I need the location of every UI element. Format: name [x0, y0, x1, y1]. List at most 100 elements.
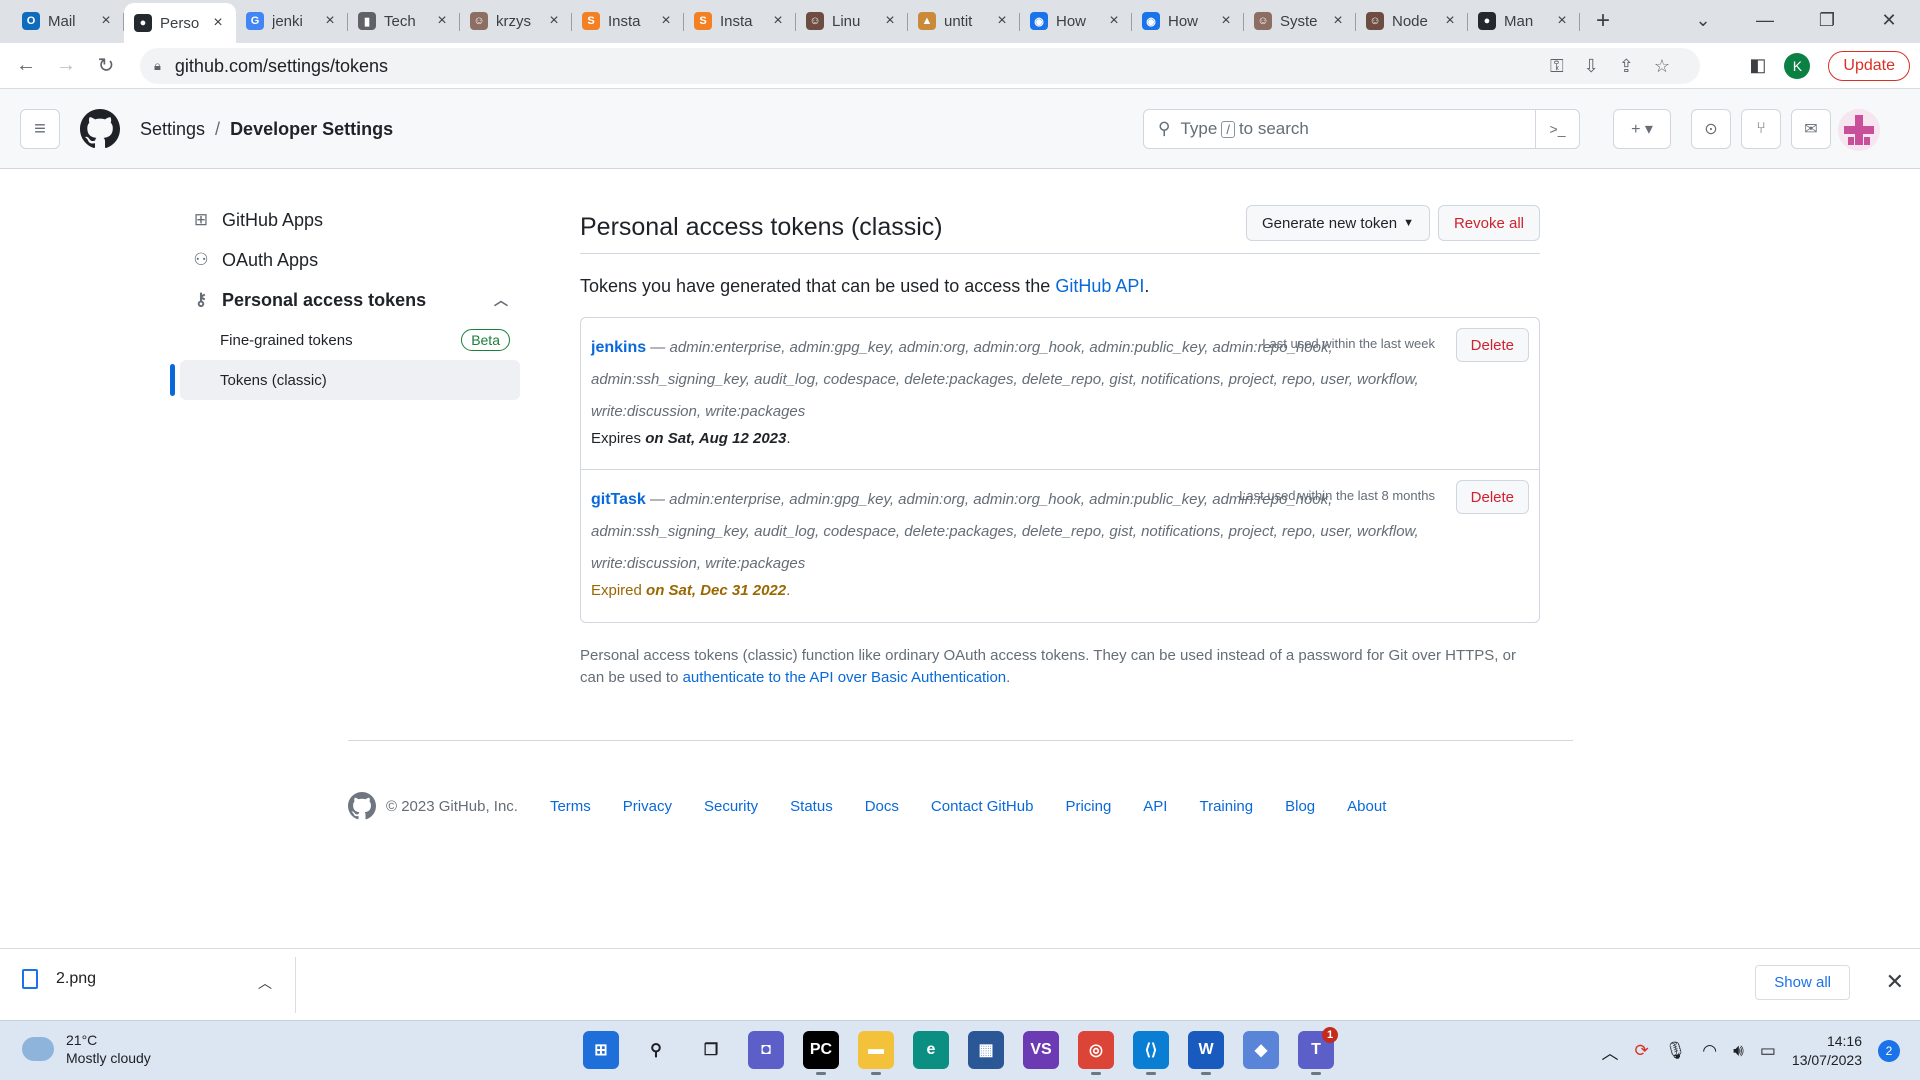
- minimize-button[interactable]: —: [1734, 10, 1796, 31]
- close-tab-icon[interactable]: ×: [210, 14, 226, 32]
- windows-start-icon[interactable]: ⊞: [583, 1031, 619, 1069]
- token-name-link[interactable]: gitTask: [591, 491, 646, 508]
- pull-requests-icon[interactable]: ⑂: [1741, 109, 1781, 149]
- github-mark-icon[interactable]: [348, 792, 376, 820]
- task-view-icon[interactable]: ❐: [693, 1031, 729, 1069]
- close-tab-icon[interactable]: ×: [434, 12, 450, 30]
- update-button[interactable]: Update: [1828, 50, 1910, 81]
- footer-link[interactable]: About: [1347, 798, 1386, 815]
- visual-studio-icon[interactable]: VS: [1023, 1031, 1059, 1069]
- token-name-link[interactable]: jenkins: [591, 339, 646, 356]
- browser-tab[interactable]: ◉ How ×: [1020, 3, 1132, 39]
- tab-search-icon[interactable]: ⌄: [1672, 10, 1734, 31]
- restore-button[interactable]: ❐: [1796, 10, 1858, 31]
- footer-link[interactable]: Docs: [865, 798, 899, 815]
- chevron-up-icon[interactable]: ︿: [258, 973, 272, 993]
- close-tab-icon[interactable]: ×: [546, 12, 562, 30]
- footer-link[interactable]: Pricing: [1065, 798, 1111, 815]
- edge-icon[interactable]: e: [913, 1031, 949, 1069]
- chevron-up-icon[interactable]: ︿: [494, 290, 508, 310]
- sidebar-item-oauth-apps[interactable]: ⚇ OAuth Apps: [170, 240, 520, 280]
- close-tab-icon[interactable]: ×: [1442, 12, 1458, 30]
- close-tab-icon[interactable]: ×: [1218, 12, 1234, 30]
- create-new-button[interactable]: + ▾: [1613, 109, 1671, 149]
- footer-link[interactable]: API: [1143, 798, 1167, 815]
- side-panel-icon[interactable]: ◧: [1749, 55, 1766, 76]
- issues-icon[interactable]: ⊙: [1691, 109, 1731, 149]
- profile-avatar[interactable]: K: [1784, 52, 1811, 79]
- forward-button[interactable]: →: [46, 54, 86, 77]
- close-tab-icon[interactable]: ×: [882, 12, 898, 30]
- footer-link[interactable]: Privacy: [623, 798, 672, 815]
- sidebar-item-personal-access-tokens[interactable]: ⚷ Personal access tokens ︿: [170, 280, 520, 320]
- address-bar[interactable]: 🔒︎ github.com/settings/tokens ⚿ ⇩ ⇪ ☆: [140, 48, 1700, 84]
- search-icon[interactable]: ⚲: [638, 1031, 674, 1069]
- back-button[interactable]: ←: [6, 54, 46, 77]
- teams-icon[interactable]: T1: [1298, 1027, 1338, 1075]
- microphone-muted-icon[interactable]: 🎙︎: [1665, 1041, 1687, 1061]
- notification-badge[interactable]: 2: [1878, 1040, 1900, 1062]
- close-tab-icon[interactable]: ×: [322, 12, 338, 30]
- inbox-icon[interactable]: ✉: [1791, 109, 1831, 149]
- delete-token-button[interactable]: Delete: [1455, 328, 1529, 362]
- sync-icon[interactable]: ⟳: [1634, 1041, 1648, 1061]
- basic-auth-link[interactable]: authenticate to the API over Basic Authe…: [683, 669, 1007, 686]
- browser-tab[interactable]: O Mail ×: [12, 3, 124, 39]
- close-window-button[interactable]: ✕: [1858, 10, 1920, 31]
- battery-icon[interactable]: ▭: [1760, 1041, 1776, 1061]
- browser-tab[interactable]: Gjenki ×: [236, 3, 348, 39]
- wifi-icon[interactable]: ◠: [1702, 1041, 1717, 1061]
- user-avatar[interactable]: [1838, 109, 1880, 151]
- close-tab-icon[interactable]: ×: [1554, 12, 1570, 30]
- sidebar-item-fine-grained-tokens[interactable]: Fine-grained tokens Beta: [170, 320, 520, 360]
- browser-tab[interactable]: ☺ krzys ×: [460, 3, 572, 39]
- revoke-all-button[interactable]: Revoke all: [1437, 205, 1540, 241]
- teams-chat-icon[interactable]: ◘: [748, 1031, 784, 1069]
- command-palette-icon[interactable]: >_: [1535, 110, 1579, 148]
- close-tab-icon[interactable]: ×: [1106, 12, 1122, 30]
- vscode-icon[interactable]: ⟨⟩: [1133, 1031, 1169, 1075]
- volume-icon[interactable]: 🔊︎: [1733, 1041, 1744, 1061]
- breadcrumb-settings[interactable]: Settings: [140, 119, 205, 140]
- store-icon[interactable]: ▦: [968, 1031, 1004, 1069]
- browser-tab[interactable]: ☺ Linu ×: [796, 3, 908, 39]
- browser-tab[interactable]: ▮ Tech ×: [348, 3, 460, 39]
- footer-link[interactable]: Terms: [550, 798, 591, 815]
- lock-icon[interactable]: 🔒︎: [154, 58, 161, 74]
- github-logo-icon[interactable]: [80, 109, 120, 149]
- close-tab-icon[interactable]: ×: [98, 12, 114, 30]
- breadcrumb-developer-settings[interactable]: Developer Settings: [230, 119, 393, 140]
- file-explorer-icon[interactable]: ▬: [858, 1031, 894, 1075]
- share-icon[interactable]: ⇪: [1619, 56, 1634, 77]
- chevron-up-icon[interactable]: ︿: [1601, 1039, 1618, 1064]
- reload-button[interactable]: ↻: [86, 53, 126, 78]
- password-key-icon[interactable]: ⚿: [1550, 56, 1564, 77]
- footer-link[interactable]: Blog: [1285, 798, 1315, 815]
- sidebar-item-tokens-classic[interactable]: Tokens (classic): [170, 360, 520, 400]
- download-item[interactable]: 2.png: [22, 969, 96, 989]
- clock[interactable]: 14:16 13/07/2023: [1792, 1032, 1862, 1070]
- word-icon[interactable]: W: [1188, 1031, 1224, 1075]
- delete-token-button[interactable]: Delete: [1455, 480, 1529, 514]
- close-tab-icon[interactable]: ×: [770, 12, 786, 30]
- install-app-icon[interactable]: ⇩: [1584, 56, 1599, 77]
- close-tab-icon[interactable]: ×: [1330, 12, 1346, 30]
- footer-link[interactable]: Contact GitHub: [931, 798, 1034, 815]
- browser-tab[interactable]: ▲ untit ×: [908, 3, 1020, 39]
- footer-link[interactable]: Status: [790, 798, 833, 815]
- pycharm-icon[interactable]: PC: [803, 1031, 839, 1075]
- browser-tab[interactable]: ☺ Node ×: [1356, 3, 1468, 39]
- browser-tab[interactable]: ☺ Syste ×: [1244, 3, 1356, 39]
- browser-tab[interactable]: ● Man ×: [1468, 3, 1580, 39]
- weather-widget[interactable]: 21°C Mostly cloudy: [22, 1031, 151, 1067]
- new-tab-button[interactable]: +: [1588, 3, 1618, 39]
- browser-tab[interactable]: ◉ How ×: [1132, 3, 1244, 39]
- show-all-button[interactable]: Show all: [1755, 965, 1850, 1000]
- close-tab-icon[interactable]: ×: [658, 12, 674, 30]
- browser-tab[interactable]: S Insta ×: [572, 3, 684, 39]
- close-tab-icon[interactable]: ×: [994, 12, 1010, 30]
- sidebar-item-github-apps[interactable]: ⊞ GitHub Apps: [170, 200, 520, 240]
- sourcetree-icon[interactable]: ◆: [1243, 1031, 1279, 1069]
- footer-link[interactable]: Training: [1199, 798, 1253, 815]
- browser-tab[interactable]: ● Perso ×: [124, 3, 236, 43]
